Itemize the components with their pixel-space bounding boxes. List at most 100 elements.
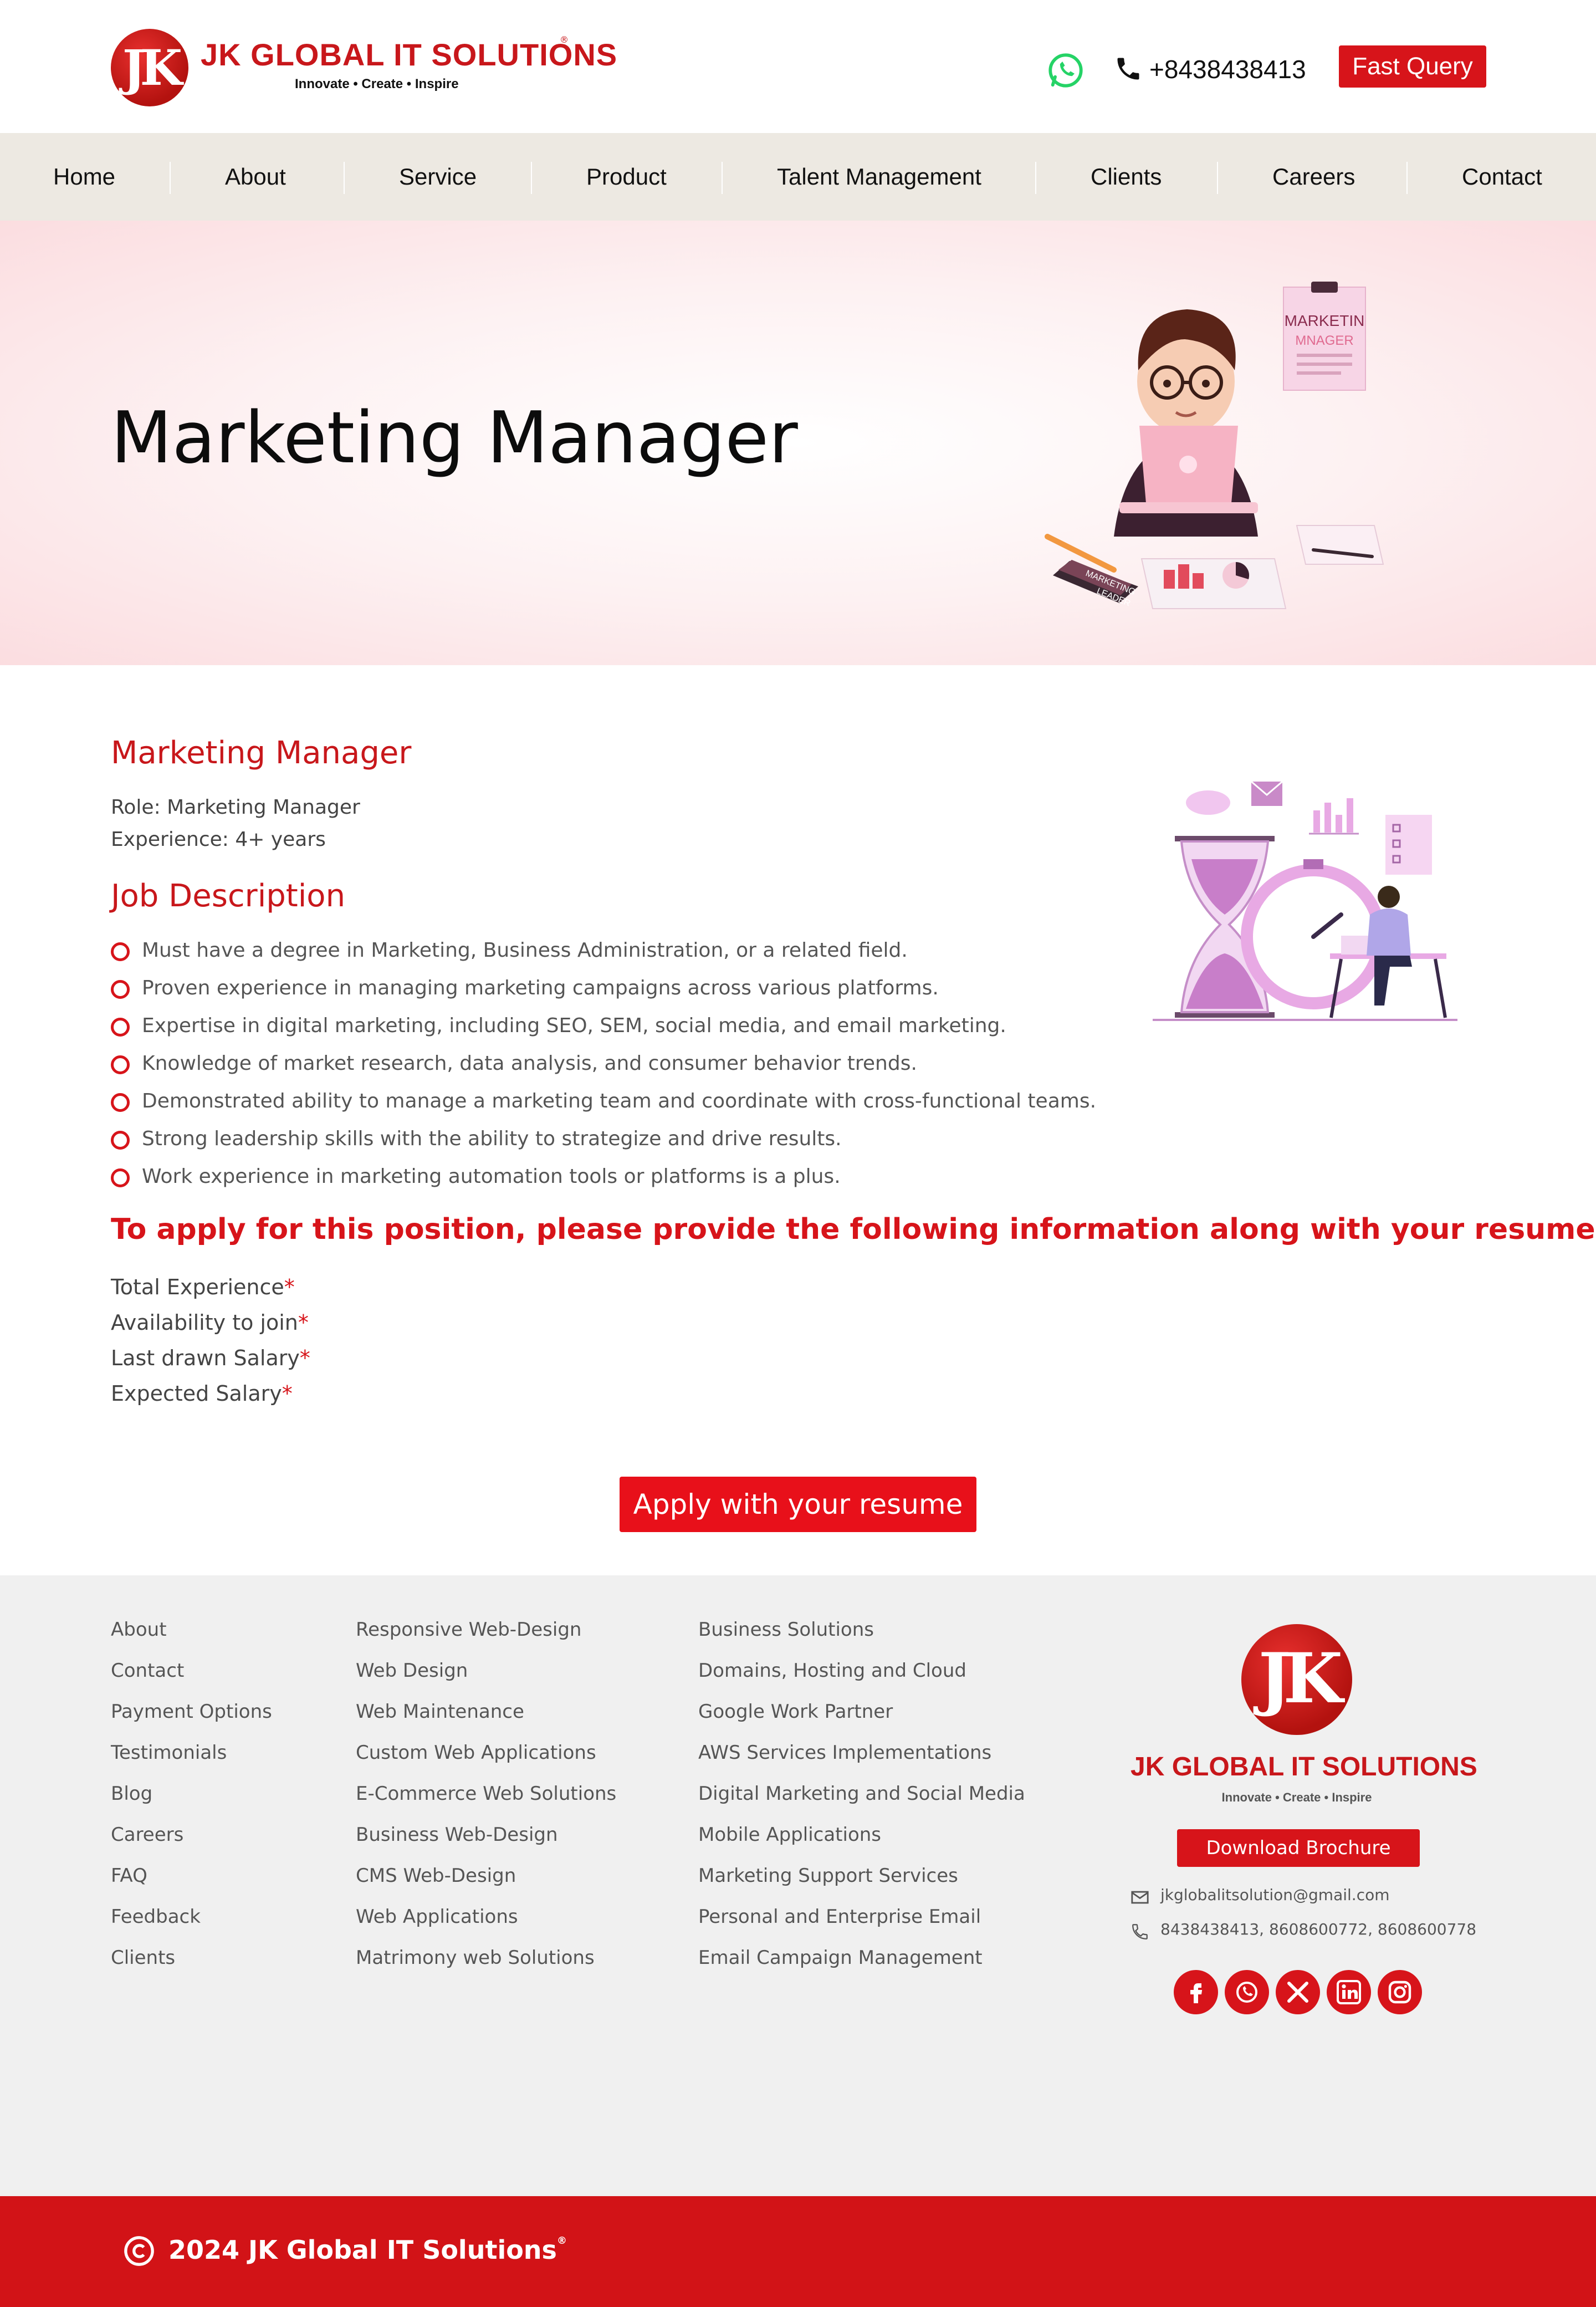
instagram-icon[interactable] (1378, 1970, 1422, 2014)
required-mark: * (282, 1381, 293, 1406)
hero-banner: Marketing Manager MARKETIN MNAGER MARKET… (0, 221, 1596, 665)
field-total-experience: Total Experience* (111, 1275, 295, 1299)
footer-link-contact[interactable]: Contact (111, 1660, 184, 1682)
clipboard-text-2: MNAGER (1295, 333, 1353, 348)
header-phone[interactable]: +8438438413 (1149, 54, 1306, 84)
footer-link-about[interactable]: About (111, 1619, 167, 1641)
whatsapp-icon[interactable] (1225, 1970, 1269, 2014)
footer-link-solution[interactable]: Domains, Hosting and Cloud (698, 1660, 966, 1682)
bullet-ring-icon (111, 1093, 130, 1112)
footer-link-payment-options[interactable]: Payment Options (111, 1701, 272, 1723)
phone-icon (1132, 1924, 1148, 1939)
requirement-item: Strong leadership skills with the abilit… (111, 1123, 1142, 1156)
main-nav: Home About Service Product Talent Manage… (0, 133, 1596, 221)
bullet-ring-icon (111, 1168, 130, 1187)
footer-link-service[interactable]: E-Commerce Web Solutions (356, 1783, 616, 1805)
footer-link-service[interactable]: Business Web-Design (356, 1824, 558, 1846)
fast-query-button[interactable]: Fast Query (1339, 45, 1486, 88)
requirement-item: Proven experience in managing marketing … (111, 972, 1142, 1006)
nav-talent-management[interactable]: Talent Management (777, 133, 981, 221)
footer-brand-name: JK GLOBAL IT SOLUTIONS (1130, 1752, 1477, 1782)
nav-home[interactable]: Home (53, 133, 115, 221)
field-last-salary: Last drawn Salary* (111, 1346, 310, 1370)
x-icon[interactable] (1276, 1970, 1320, 2014)
footer-link-solution[interactable]: Google Work Partner (698, 1701, 893, 1723)
field-expected-salary: Expected Salary* (111, 1381, 293, 1406)
time-management-illustration (1153, 780, 1457, 1021)
linkedin-icon[interactable] (1327, 1970, 1371, 2014)
footer-link-solution[interactable]: Marketing Support Services (698, 1865, 958, 1887)
footer-brand-tagline: Innovate • Create • Inspire (1221, 1790, 1372, 1804)
facebook-icon[interactable] (1174, 1970, 1218, 2014)
required-mark: * (299, 1346, 310, 1370)
footer-link-faq[interactable]: FAQ (111, 1865, 147, 1887)
reg-mark: ® (560, 34, 569, 45)
footer-link-careers[interactable]: Careers (111, 1824, 183, 1846)
footer-link-clients[interactable]: Clients (111, 1947, 175, 1969)
logo-monogram-icon: JK (111, 29, 188, 106)
brand-name: JK GLOBAL IT SOLUTIONS (201, 37, 618, 72)
nav-divider (1035, 162, 1036, 194)
requirement-item: Demonstrated ability to manage a marketi… (111, 1085, 1142, 1119)
nav-divider (722, 162, 723, 194)
bullet-ring-icon (111, 1055, 130, 1074)
footer-link-service[interactable]: CMS Web-Design (356, 1865, 516, 1887)
footer-phones[interactable]: 8438438413, 8608600772, 8608600778 (1160, 1920, 1476, 1938)
nav-service[interactable]: Service (399, 133, 477, 221)
footer-link-solution[interactable]: Email Campaign Management (698, 1947, 983, 1969)
footer-link-service[interactable]: Responsive Web-Design (356, 1619, 581, 1641)
footer-link-solution[interactable]: AWS Services Implementations (698, 1742, 991, 1764)
footer-link-solution[interactable]: Mobile Applications (698, 1824, 881, 1846)
requirement-item: Must have a degree in Marketing, Busines… (111, 935, 1142, 968)
footer-link-solution[interactable]: Digital Marketing and Social Media (698, 1783, 1025, 1805)
nav-divider (170, 162, 171, 194)
nav-careers[interactable]: Careers (1272, 133, 1355, 221)
required-mark: * (298, 1310, 309, 1335)
nav-clients[interactable]: Clients (1091, 133, 1162, 221)
nav-contact[interactable]: Contact (1462, 133, 1542, 221)
footer-link-service[interactable]: Web Design (356, 1660, 468, 1682)
nav-divider (1406, 162, 1408, 194)
copyright-icon (124, 2236, 154, 2266)
nav-divider (1217, 162, 1218, 194)
footer-link-testimonials[interactable]: Testimonials (111, 1742, 227, 1764)
site-footer: About Contact Payment Options Testimonia… (0, 1575, 1596, 2196)
footer-email[interactable]: jkglobalitsolution@gmail.com (1160, 1886, 1390, 1904)
hero-title: Marketing Manager (111, 397, 798, 479)
apply-heading: To apply for this position, please provi… (111, 1213, 1596, 1246)
required-mark: * (284, 1275, 295, 1299)
nav-product[interactable]: Product (586, 133, 667, 221)
job-description-heading: Job Description (111, 878, 346, 914)
requirement-item: Knowledge of market research, data analy… (111, 1048, 1142, 1081)
nav-divider (344, 162, 345, 194)
requirement-item: Work experience in marketing automation … (111, 1161, 1142, 1194)
footer-link-feedback[interactable]: Feedback (111, 1906, 201, 1928)
footer-logo-monogram-icon: JK (1241, 1624, 1352, 1735)
footer-link-service[interactable]: Web Applications (356, 1906, 518, 1928)
job-title: Marketing Manager (111, 735, 412, 771)
bullet-ring-icon (111, 1018, 130, 1037)
field-availability: Availability to join* (111, 1310, 309, 1335)
job-experience: Experience: 4+ years (111, 828, 326, 851)
footer-link-solution[interactable]: Personal and Enterprise Email (698, 1906, 981, 1928)
copyright-bar: 2024 JK Global IT Solutions® (0, 2196, 1596, 2307)
footer-link-service[interactable]: Custom Web Applications (356, 1742, 596, 1764)
apply-resume-button[interactable]: Apply with your resume (620, 1477, 976, 1532)
phone-icon (1117, 58, 1139, 80)
whatsapp-icon[interactable] (1046, 51, 1085, 90)
requirement-item: Expertise in digital marketing, includin… (111, 1010, 1142, 1043)
brand-logo[interactable]: JK JK GLOBAL IT SOLUTIONS ® Innovate • C… (111, 27, 617, 110)
nav-divider (531, 162, 532, 194)
job-role: Role: Marketing Manager (111, 796, 360, 819)
download-brochure-button[interactable]: Download Brochure (1177, 1829, 1420, 1867)
footer-link-solution[interactable]: Business Solutions (698, 1619, 874, 1641)
footer-link-blog[interactable]: Blog (111, 1783, 152, 1805)
footer-link-service[interactable]: Matrimony web Solutions (356, 1947, 595, 1969)
clipboard-text-1: MARKETIN (1285, 312, 1365, 329)
site-header: JK JK GLOBAL IT SOLUTIONS ® Innovate • C… (0, 0, 1596, 133)
mail-icon (1131, 1891, 1149, 1904)
marketing-manager-illustration: MARKETIN MNAGER MARKETING LEADER (1045, 282, 1384, 609)
footer-link-service[interactable]: Web Maintenance (356, 1701, 524, 1723)
nav-about[interactable]: About (225, 133, 286, 221)
copyright-text: 2024 JK Global IT Solutions® (168, 2235, 567, 2265)
